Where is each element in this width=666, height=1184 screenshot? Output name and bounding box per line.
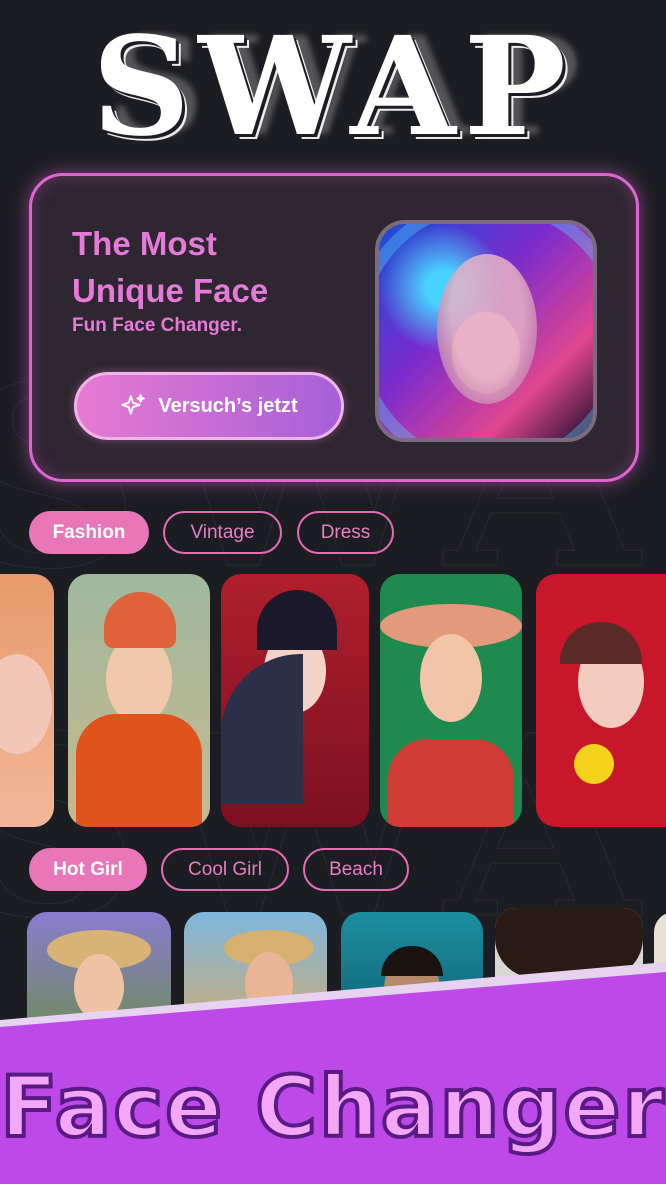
try-now-label: Versuch’s jetzt <box>158 394 298 417</box>
style-card[interactable] <box>0 574 54 827</box>
hero-face-image <box>375 220 597 442</box>
headscarf-shape <box>104 592 176 648</box>
chip-label: Fashion <box>52 521 126 543</box>
chip-label: Hot Girl <box>53 858 123 880</box>
portrait-face <box>0 654 52 754</box>
chip-cool-girl[interactable]: Cool Girl <box>161 848 289 891</box>
fan-shape <box>221 654 303 804</box>
hero-card[interactable]: The Most Unique Face Fun Face Changer. V… <box>29 173 639 482</box>
hair-shape <box>381 946 443 976</box>
style-card[interactable] <box>68 574 210 827</box>
sparkle-icon <box>121 394 146 415</box>
hair-shape <box>560 622 642 664</box>
coat-shape <box>388 739 514 827</box>
chip-label: Vintage <box>190 521 255 543</box>
try-now-button[interactable]: Versuch’s jetzt <box>74 372 344 440</box>
visor-shape <box>379 224 593 438</box>
app-logo: SWAP <box>91 7 575 167</box>
chip-hot-girl[interactable]: Hot Girl <box>29 848 147 891</box>
chip-fashion[interactable]: Fashion <box>29 511 149 554</box>
hero-title: The Most Unique Face <box>72 225 269 309</box>
chip-vintage[interactable]: Vintage <box>163 511 282 554</box>
portrait-face <box>420 634 482 722</box>
style-card[interactable] <box>536 574 666 827</box>
style-card[interactable] <box>221 574 369 827</box>
chip-beach[interactable]: Beach <box>303 848 409 891</box>
banner-title: Face Changer <box>0 1056 666 1158</box>
hero-subtitle: Fun Face Changer. <box>72 315 242 336</box>
style-card[interactable] <box>380 574 522 827</box>
coat-shape <box>76 714 202 827</box>
earring-shape <box>574 744 614 784</box>
chip-label: Cool Girl <box>188 858 262 880</box>
chip-label: Dress <box>320 521 371 543</box>
chip-label: Beach <box>329 858 383 880</box>
hair-shape <box>257 590 337 650</box>
chip-dress[interactable]: Dress <box>297 511 394 554</box>
